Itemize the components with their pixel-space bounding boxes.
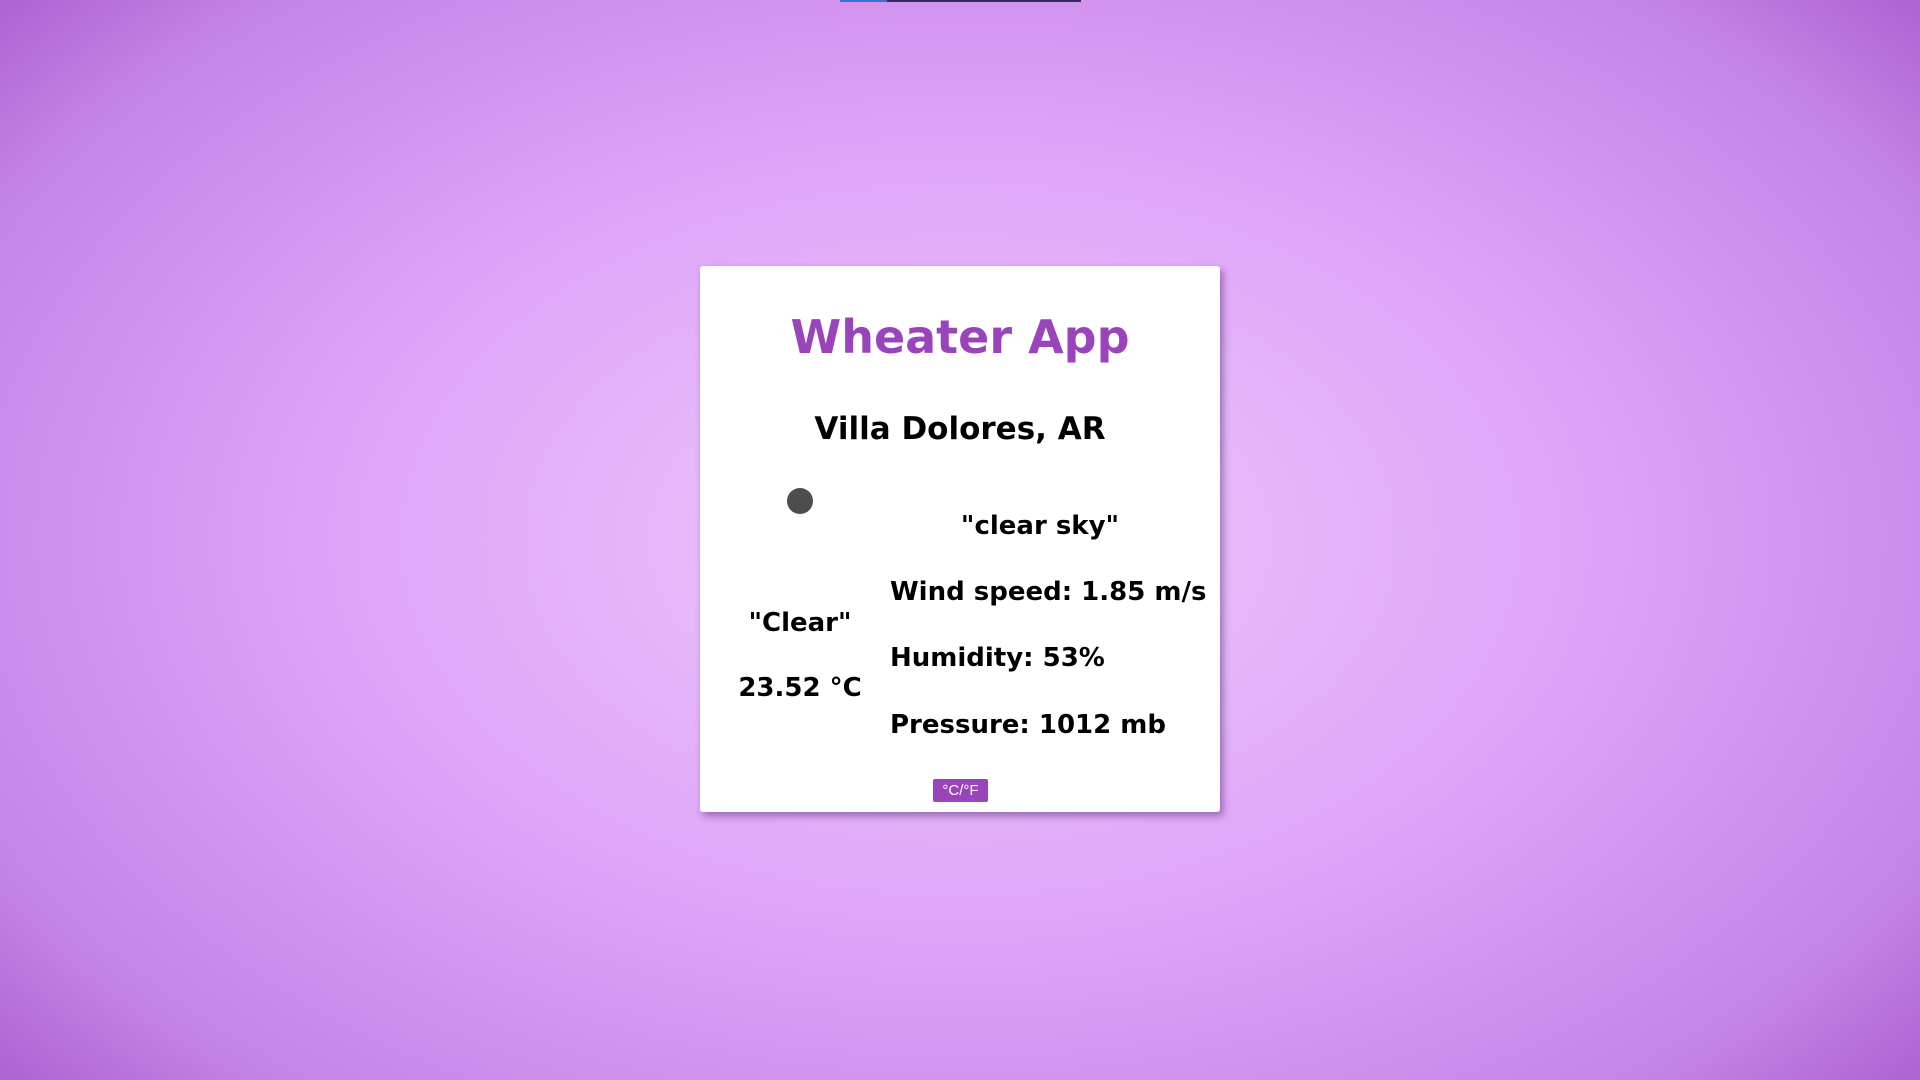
pressure: Pressure: 1012 mb: [890, 710, 1166, 740]
top-scrollbar-thumb[interactable]: [840, 0, 887, 2]
weather-icon-container: [730, 488, 870, 514]
weather-description: "clear sky": [960, 511, 1120, 541]
weather-card: Wheater App Villa Dolores, AR "Clear" 23…: [700, 266, 1220, 812]
wind-speed: Wind speed: 1.85 m/s: [890, 577, 1207, 607]
top-scrollbar[interactable]: [840, 0, 1081, 2]
humidity: Humidity: 53%: [890, 643, 1105, 673]
weather-icon: [787, 488, 813, 514]
location-name: Villa Dolores, AR: [814, 411, 1106, 447]
temperature-value: 23.52 °C: [738, 673, 862, 703]
weather-main: "Clear": [748, 608, 852, 638]
app-title: Wheater App: [790, 310, 1130, 364]
unit-toggle-button[interactable]: °C/°F: [933, 779, 988, 802]
